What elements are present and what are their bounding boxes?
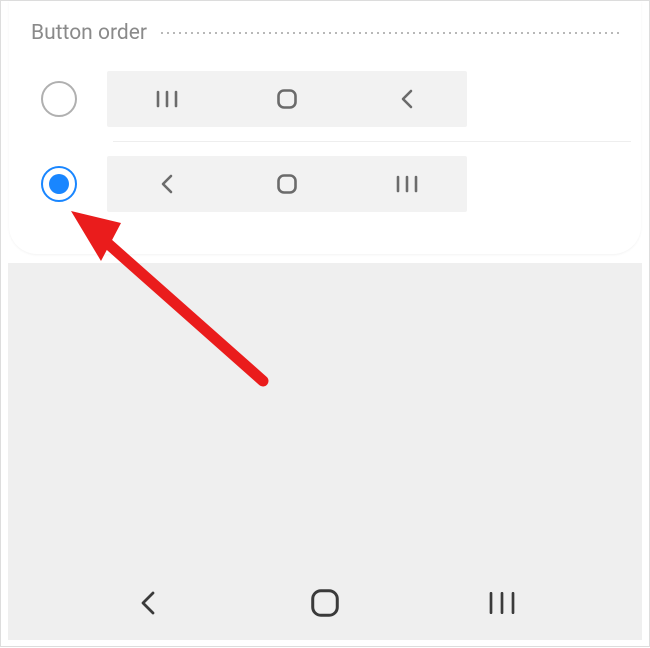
navbar-preview-2 <box>107 156 467 212</box>
recent-apps-icon <box>387 164 427 204</box>
home-icon[interactable] <box>305 583 345 623</box>
section-header: Button order <box>9 1 641 57</box>
navbar-preview-1 <box>107 71 467 127</box>
radio-option-1[interactable] <box>41 81 77 117</box>
recent-apps-icon <box>147 79 187 119</box>
system-navigation-bar <box>9 566 641 640</box>
button-order-option-2[interactable] <box>9 142 641 226</box>
header-dots <box>159 31 619 35</box>
section-title: Button order <box>31 21 147 45</box>
home-icon <box>267 79 307 119</box>
back-icon <box>147 164 187 204</box>
home-icon <box>267 164 307 204</box>
back-icon[interactable] <box>128 583 168 623</box>
button-order-card: Button order <box>9 1 641 254</box>
radio-option-2[interactable] <box>41 166 77 202</box>
recent-apps-icon[interactable] <box>482 583 522 623</box>
back-icon <box>387 79 427 119</box>
button-order-option-1[interactable] <box>9 57 641 141</box>
